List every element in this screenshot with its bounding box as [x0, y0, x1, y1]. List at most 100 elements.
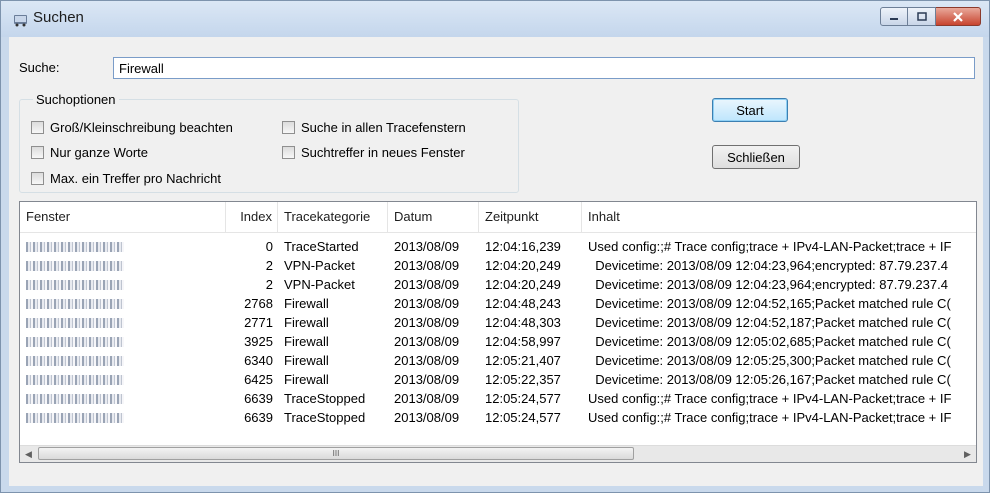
- obscured-window-name: [26, 280, 124, 290]
- whole-words-checkbox[interactable]: Nur ganze Worte: [31, 145, 148, 160]
- max-one-hit-label: Max. ein Treffer pro Nachricht: [50, 171, 221, 186]
- checkbox-box[interactable]: [31, 121, 44, 134]
- category-cell: Firewall: [284, 353, 329, 368]
- table-row[interactable]: 2768 Firewall 2013/08/09 12:04:48,243 De…: [20, 294, 976, 313]
- content-cell: Used config:;# Trace config;trace + IPv4…: [588, 239, 952, 254]
- index-cell: 2771: [244, 315, 273, 330]
- scroll-right-arrow-icon[interactable]: ▶: [959, 446, 976, 462]
- category-cell: TraceStopped: [284, 391, 366, 406]
- close-icon: [953, 11, 963, 22]
- time-cell: 12:04:20,249: [485, 258, 561, 273]
- table-row[interactable]: 6340 Firewall 2013/08/09 12:05:21,407 De…: [20, 351, 976, 370]
- table-header: Fenster Index Tracekategorie Datum Zeitp…: [20, 202, 976, 233]
- start-button[interactable]: Start: [712, 98, 788, 122]
- content-cell: Used config:;# Trace config;trace + IPv4…: [588, 391, 952, 406]
- date-cell: 2013/08/09: [394, 391, 460, 406]
- horizontal-scrollbar[interactable]: ◀ III ▶: [20, 445, 976, 462]
- index-cell: 6425: [244, 372, 273, 387]
- case-sensitive-checkbox[interactable]: Groß/Kleinschreibung beachten: [31, 120, 233, 135]
- index-cell: 0: [265, 239, 273, 254]
- time-cell: 12:04:48,243: [485, 296, 561, 311]
- date-cell: 2013/08/09: [394, 410, 460, 425]
- time-cell: 12:05:24,577: [485, 410, 561, 425]
- checkbox-box[interactable]: [282, 146, 295, 159]
- window-name-cell: [26, 237, 146, 256]
- scrollbar-grip: III: [332, 449, 340, 458]
- maximize-icon: [916, 12, 927, 21]
- column-header-index[interactable]: Index: [226, 202, 278, 232]
- obscured-window-name: [26, 261, 124, 271]
- obscured-window-name: [26, 394, 124, 404]
- window-name-cell: [26, 256, 146, 275]
- column-header-tracekategorie[interactable]: Tracekategorie: [278, 202, 388, 232]
- window-name-cell: [26, 332, 146, 351]
- table-row[interactable]: 3925 Firewall 2013/08/09 12:04:58,997 De…: [20, 332, 976, 351]
- time-cell: 12:05:22,357: [485, 372, 561, 387]
- time-cell: 12:04:20,249: [485, 277, 561, 292]
- window-name-cell: [26, 313, 146, 332]
- index-cell: 6639: [244, 391, 273, 406]
- scrollbar-thumb[interactable]: III: [38, 447, 634, 460]
- column-header-zeitpunkt[interactable]: Zeitpunkt: [479, 202, 582, 232]
- obscured-window-name: [26, 299, 124, 309]
- window-name-cell: [26, 351, 146, 370]
- obscured-window-name: [26, 375, 124, 385]
- category-cell: Firewall: [284, 372, 329, 387]
- checkbox-box[interactable]: [31, 146, 44, 159]
- checkbox-box[interactable]: [282, 121, 295, 134]
- search-window-icon: [14, 15, 27, 27]
- table-row[interactable]: 6425 Firewall 2013/08/09 12:05:22,357 De…: [20, 370, 976, 389]
- search-dialog: Suchen Suche: Suchoptionen Groß/Kleinsch…: [0, 0, 990, 493]
- search-all-windows-label: Suche in allen Tracefenstern: [301, 120, 466, 135]
- content-cell: Devicetime: 2013/08/09 12:04:23,964;encr…: [588, 258, 948, 273]
- content-cell: Devicetime: 2013/08/09 12:04:23,964;encr…: [588, 277, 948, 292]
- title-bar[interactable]: Suchen: [1, 1, 989, 37]
- category-cell: Firewall: [284, 296, 329, 311]
- results-table[interactable]: Fenster Index Tracekategorie Datum Zeitp…: [19, 201, 977, 463]
- search-input[interactable]: [113, 57, 975, 79]
- content-cell: Devicetime: 2013/08/09 12:04:52,165;Pack…: [588, 296, 951, 311]
- search-label: Suche:: [19, 60, 60, 75]
- table-row[interactable]: 2 VPN-Packet 2013/08/09 12:04:20,249 Dev…: [20, 256, 976, 275]
- maximize-button[interactable]: [908, 7, 936, 26]
- date-cell: 2013/08/09: [394, 277, 460, 292]
- search-all-windows-checkbox[interactable]: Suche in allen Tracefenstern: [282, 120, 466, 135]
- new-window-checkbox[interactable]: Suchtreffer in neues Fenster: [282, 145, 465, 160]
- table-row[interactable]: 6639 TraceStopped 2013/08/09 12:05:24,57…: [20, 389, 976, 408]
- table-row[interactable]: 2 VPN-Packet 2013/08/09 12:04:20,249 Dev…: [20, 275, 976, 294]
- time-cell: 12:04:48,303: [485, 315, 561, 330]
- max-one-hit-checkbox[interactable]: Max. ein Treffer pro Nachricht: [31, 171, 221, 186]
- case-sensitive-label: Groß/Kleinschreibung beachten: [50, 120, 233, 135]
- date-cell: 2013/08/09: [394, 315, 460, 330]
- window-name-cell: [26, 408, 146, 427]
- content-cell: Devicetime: 2013/08/09 12:04:52,187;Pack…: [588, 315, 951, 330]
- close-window-button[interactable]: [936, 7, 981, 26]
- whole-words-label: Nur ganze Worte: [50, 145, 149, 160]
- minimize-button[interactable]: [880, 7, 908, 26]
- obscured-window-name: [26, 337, 124, 347]
- index-cell: 6340: [244, 353, 273, 368]
- category-cell: VPN-Packet: [284, 277, 355, 292]
- checkbox-box[interactable]: [31, 172, 44, 185]
- scroll-left-arrow-icon[interactable]: ◀: [20, 446, 37, 462]
- index-cell: 2768: [244, 296, 273, 311]
- content-cell: Devicetime: 2013/08/09 12:05:26,167;Pack…: [588, 372, 951, 387]
- search-options-label: Suchoptionen: [33, 92, 119, 107]
- window-name-cell: [26, 389, 146, 408]
- window-name-cell: [26, 294, 146, 313]
- column-header-fenster[interactable]: Fenster: [20, 202, 226, 232]
- time-cell: 12:05:24,577: [485, 391, 561, 406]
- table-row[interactable]: 2771 Firewall 2013/08/09 12:04:48,303 De…: [20, 313, 976, 332]
- column-header-datum[interactable]: Datum: [388, 202, 479, 232]
- column-header-inhalt[interactable]: Inhalt: [582, 202, 976, 232]
- content-cell: Devicetime: 2013/08/09 12:05:02,685;Pack…: [588, 334, 951, 349]
- index-cell: 2: [265, 277, 273, 292]
- date-cell: 2013/08/09: [394, 239, 460, 254]
- window-name-cell: [26, 275, 146, 294]
- close-button[interactable]: Schließen: [712, 145, 800, 169]
- date-cell: 2013/08/09: [394, 334, 460, 349]
- table-row[interactable]: 0 TraceStarted 2013/08/09 12:04:16,239 U…: [20, 237, 976, 256]
- obscured-window-name: [26, 356, 124, 366]
- table-row[interactable]: 6639 TraceStopped 2013/08/09 12:05:24,57…: [20, 408, 976, 427]
- index-cell: 6639: [244, 410, 273, 425]
